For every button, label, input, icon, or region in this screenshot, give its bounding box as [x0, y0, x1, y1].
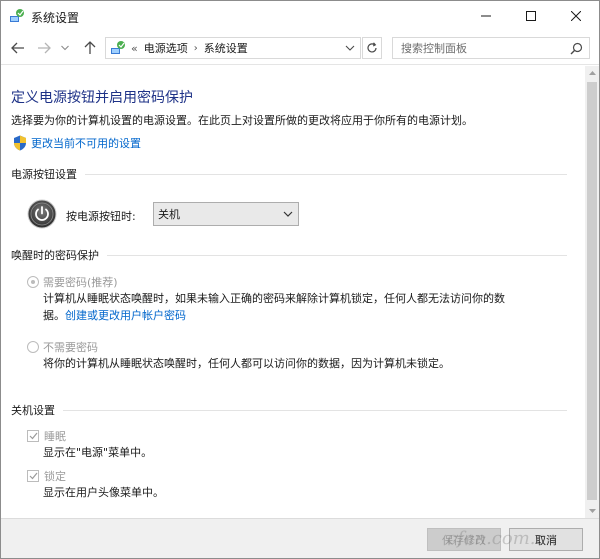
- recent-locations-button[interactable]: [59, 39, 71, 57]
- triangle-down-icon: [588, 509, 596, 513]
- breadcrumb-power-options[interactable]: 电源选项: [144, 40, 188, 56]
- lock-checkbox[interactable]: [27, 470, 39, 482]
- chevron-down-icon: [283, 211, 293, 217]
- scroll-thumb[interactable]: [587, 82, 597, 500]
- section-heading: 电源按钮设置: [11, 166, 85, 182]
- triangle-up-icon: [588, 71, 596, 75]
- arrow-up-icon: [84, 41, 96, 54]
- refresh-icon: [367, 42, 377, 53]
- minimize-button[interactable]: [463, 1, 508, 31]
- vertical-scrollbar[interactable]: [585, 66, 599, 518]
- breadcrumb-overflow[interactable]: «: [131, 42, 138, 55]
- cancel-button[interactable]: 取消: [509, 528, 583, 551]
- intro-text: 选择要为你的计算机设置的电源设置。在此页上对设置所做的更改将应用于你所有的电源计…: [11, 114, 473, 127]
- search-box[interactable]: [392, 37, 590, 59]
- search-input[interactable]: [401, 38, 571, 58]
- refresh-button[interactable]: [362, 37, 382, 59]
- uac-shield-icon: [14, 135, 26, 151]
- no-password-description: 将你的计算机从睡眠状态唤醒时，任何人都可以访问你的数据，因为计算机未锁定。: [43, 357, 450, 370]
- power-button-action-label: 按电源按钮时:: [66, 210, 136, 223]
- system-settings-window: 系统设置 « 电源选项 › 系统设置 搜索控制面板 定义电源按钮并启用密码保护 …: [0, 0, 600, 559]
- checkmark-icon: [29, 472, 37, 480]
- sleep-checkbox[interactable]: [27, 430, 39, 442]
- section-heading: 唤醒时的密码保护: [11, 247, 107, 263]
- description-line: 计算机从睡眠状态唤醒时，如果未输入正确的密码来解除计算机锁定，任何人都无法访问你…: [43, 292, 505, 305]
- control-panel-icon: [10, 9, 24, 22]
- section-divider: [11, 410, 567, 411]
- power-button-action-select[interactable]: 关机: [153, 202, 299, 226]
- scroll-up-button[interactable]: [585, 66, 599, 80]
- sleep-option[interactable]: 睡眠: [27, 428, 66, 444]
- breadcrumb-system-settings[interactable]: 系统设置: [204, 40, 248, 56]
- sleep-description: 显示在"电源"菜单中。: [43, 446, 153, 459]
- description-line: 据。创建或更改用户帐户密码: [43, 309, 186, 322]
- close-icon: [570, 11, 581, 21]
- chevron-down-icon: [61, 45, 69, 51]
- sleep-label[interactable]: 睡眠: [44, 428, 66, 444]
- require-password-description: 计算机从睡眠状态唤醒时，如果未输入正确的密码来解除计算机锁定，任何人都无法访问你…: [43, 290, 505, 324]
- close-button[interactable]: [553, 1, 598, 31]
- control-panel-icon: [111, 41, 125, 54]
- no-password-radio[interactable]: [27, 341, 39, 353]
- create-change-password-link[interactable]: 创建或更改用户帐户密码: [65, 309, 186, 322]
- chevron-right-icon[interactable]: ›: [194, 43, 198, 54]
- checkmark-icon: [29, 432, 37, 440]
- page-title: 定义电源按钮并启用密码保护: [11, 90, 193, 106]
- lock-option[interactable]: 锁定: [27, 468, 66, 484]
- back-button[interactable]: [9, 39, 27, 57]
- no-password-label[interactable]: 不需要密码: [43, 339, 98, 355]
- scroll-down-button[interactable]: [585, 504, 599, 518]
- section-divider: [11, 174, 567, 175]
- maximize-button[interactable]: [508, 1, 553, 31]
- require-password-radio[interactable]: [27, 276, 39, 288]
- wake-password-section: 唤醒时的密码保护: [11, 247, 567, 263]
- power-button-icon: [27, 199, 57, 229]
- lock-description: 显示在用户头像菜单中。: [43, 486, 164, 499]
- address-bar-row: « 电源选项 › 系统设置: [1, 31, 599, 65]
- footer-bar: 保存修改 取消: [1, 518, 599, 558]
- change-unavailable-settings-link[interactable]: 更改当前不可用的设置: [13, 135, 141, 151]
- arrow-right-icon: [38, 42, 51, 54]
- shutdown-settings-section: 关机设置: [11, 402, 567, 418]
- search-icon[interactable]: [570, 42, 583, 55]
- minimize-icon: [480, 15, 491, 17]
- require-password-label[interactable]: 需要密码(推荐): [43, 274, 118, 290]
- title-bar: 系统设置: [1, 1, 599, 31]
- power-button-section: 电源按钮设置: [11, 166, 567, 182]
- save-changes-button[interactable]: 保存修改: [427, 528, 501, 551]
- maximize-icon: [525, 11, 536, 21]
- lock-label[interactable]: 锁定: [44, 468, 66, 484]
- no-password-option[interactable]: 不需要密码: [27, 339, 98, 355]
- up-button[interactable]: [81, 39, 99, 57]
- chevron-down-icon[interactable]: [344, 42, 356, 54]
- change-settings-link-text[interactable]: 更改当前不可用的设置: [31, 135, 141, 151]
- window-title: 系统设置: [31, 11, 80, 25]
- arrow-left-icon: [11, 42, 24, 54]
- section-heading: 关机设置: [11, 402, 63, 418]
- selected-option: 关机: [158, 208, 180, 221]
- content-pane: 定义电源按钮并启用密码保护 选择要为你的计算机设置的电源设置。在此页上对设置所做…: [1, 66, 585, 518]
- forward-button[interactable]: [35, 39, 53, 57]
- require-password-option[interactable]: 需要密码(推荐): [27, 274, 118, 290]
- address-field[interactable]: « 电源选项 › 系统设置: [105, 37, 361, 59]
